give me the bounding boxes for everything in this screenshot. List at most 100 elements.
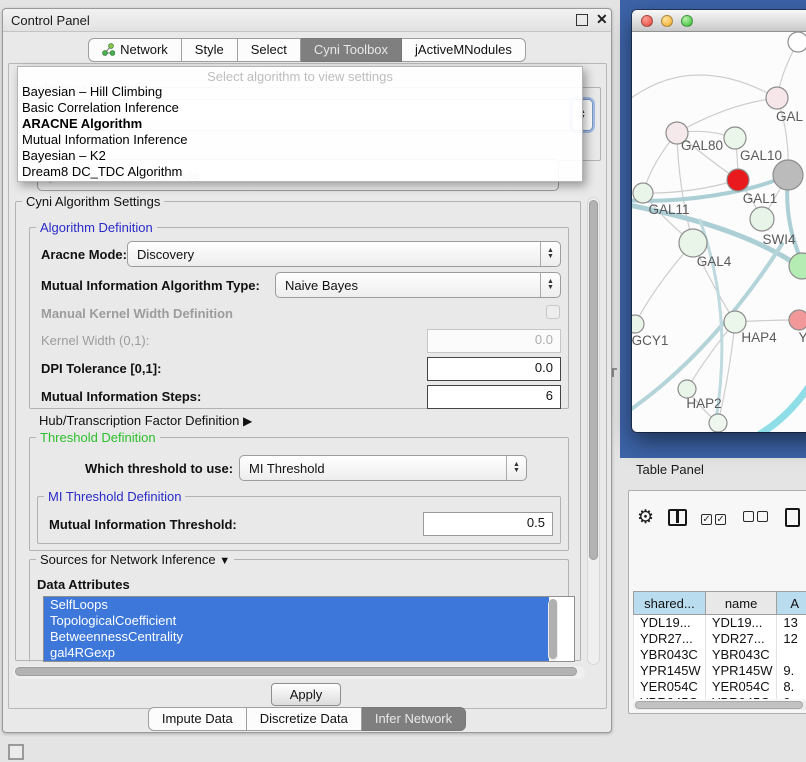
- table-row[interactable]: YBR045CYBR045C9.: [634, 695, 806, 700]
- settings-vertical-scrollbar[interactable]: [587, 197, 600, 665]
- network-window-titlebar[interactable]: [632, 10, 806, 32]
- dropdown-item[interactable]: Mutual Information Inference: [18, 132, 582, 148]
- column-header-a[interactable]: A: [777, 592, 806, 615]
- dpi-tolerance-field[interactable]: 0.0: [427, 357, 561, 381]
- tab-network[interactable]: Network: [88, 38, 182, 62]
- settings-horizontal-scrollbar[interactable]: [13, 666, 585, 679]
- combo-stepper-icon[interactable]: ▲▼: [506, 456, 526, 480]
- table-cell[interactable]: 13: [777, 615, 806, 631]
- tab-discretize-data[interactable]: Discretize Data: [247, 707, 362, 731]
- aracne-mode-combobox[interactable]: Discovery ▲▼: [127, 241, 561, 267]
- table-cell[interactable]: YDL19...: [705, 615, 777, 631]
- dropdown-item[interactable]: Bayesian – Hill Climbing: [18, 84, 582, 100]
- network-node[interactable]: [709, 414, 727, 432]
- table-horizontal-scrollbar[interactable]: [633, 701, 806, 710]
- table-cell[interactable]: YDR27...: [634, 631, 706, 647]
- manual-kernel-width-checkbox[interactable]: [546, 305, 560, 319]
- new-file-icon[interactable]: [785, 508, 800, 527]
- network-canvas[interactable]: GALGAL80GAL10GAL1GAL11SWI4GAL4GCY1HAP4YH…: [632, 32, 806, 432]
- data-attribute-item[interactable]: BetweennessCentrality: [44, 629, 549, 645]
- network-node[interactable]: [750, 207, 774, 231]
- table-cell[interactable]: YBR045C: [634, 695, 706, 700]
- checked-boxes-icon[interactable]: ✓✓: [701, 510, 729, 525]
- table-row[interactable]: YBR043CYBR043C: [634, 647, 806, 663]
- which-threshold-combobox[interactable]: MI Threshold ▲▼: [239, 455, 527, 481]
- data-attribute-item[interactable]: TopologicalCoefficient: [44, 613, 549, 629]
- tab-infer-network[interactable]: Infer Network: [362, 707, 466, 731]
- tab-jactivemnodules[interactable]: jActiveMNodules: [402, 38, 526, 62]
- network-node-gal[interactable]: [766, 87, 788, 109]
- table-cell[interactable]: 9.: [777, 695, 806, 700]
- settings-vertical-scrollbar-thumb[interactable]: [589, 200, 598, 560]
- network-edge[interactable]: [632, 75, 777, 102]
- dropdown-item[interactable]: Basic Correlation Inference: [18, 100, 582, 116]
- table-cell[interactable]: [777, 647, 806, 663]
- network-node-swi4[interactable]: [789, 253, 806, 279]
- mi-algorithm-type-combobox[interactable]: Naive Bayes ▲▼: [275, 272, 561, 298]
- list-scrollbar[interactable]: [548, 599, 558, 661]
- attribute-table[interactable]: shared...nameA YDL19...YDL19...13YDR27..…: [633, 591, 806, 699]
- minimize-traffic-light-icon[interactable]: [661, 15, 673, 27]
- gear-icon[interactable]: ⚙: [637, 508, 654, 527]
- network-edge[interactable]: [643, 180, 738, 193]
- network-node-gal4[interactable]: [679, 229, 707, 257]
- network-node-gal1[interactable]: [727, 169, 749, 191]
- cytopanel-dock-icon[interactable]: [8, 744, 24, 760]
- network-node[interactable]: [788, 32, 806, 52]
- dropdown-item[interactable]: ARACNE Algorithm: [18, 116, 582, 132]
- network-node[interactable]: [773, 160, 803, 190]
- tab-impute-data[interactable]: Impute Data: [148, 707, 247, 731]
- float-window-icon[interactable]: [576, 14, 588, 26]
- network-node-gal11[interactable]: [633, 183, 653, 203]
- network-node-gcy1[interactable]: [632, 315, 644, 333]
- kernel-width-field[interactable]: 0.0: [427, 329, 561, 353]
- table-cell[interactable]: YER054C: [634, 679, 706, 695]
- settings-horizontal-scrollbar-thumb[interactable]: [15, 667, 577, 676]
- data-attribute-item[interactable]: SelfLoops: [44, 597, 549, 613]
- list-scrollbar-thumb[interactable]: [549, 599, 557, 659]
- column-header-name[interactable]: name: [705, 592, 777, 615]
- apply-button[interactable]: Apply: [271, 683, 341, 706]
- table-cell[interactable]: YPR145W: [634, 663, 706, 679]
- data-attributes-list[interactable]: SelfLoopsTopologicalCoefficientBetweenne…: [43, 596, 575, 662]
- tab-select[interactable]: Select: [238, 38, 301, 62]
- column-header-shared-[interactable]: shared...: [634, 592, 706, 615]
- network-node-y[interactable]: [789, 310, 806, 330]
- table-row[interactable]: YDR27...YDR27...12: [634, 631, 806, 647]
- table-row[interactable]: YPR145WYPR145W9.: [634, 663, 806, 679]
- close-traffic-light-icon[interactable]: [641, 15, 653, 27]
- expander-arrow-icon[interactable]: ▶: [243, 414, 252, 428]
- table-cell[interactable]: YBR043C: [634, 647, 706, 663]
- combo-stepper-icon[interactable]: ▲▼: [540, 242, 560, 266]
- combo-stepper-icon[interactable]: ▲▼: [540, 273, 560, 297]
- table-cell[interactable]: YPR145W: [705, 663, 777, 679]
- table-cell[interactable]: YBR043C: [705, 647, 777, 663]
- table-cell[interactable]: YBR045C: [705, 695, 777, 700]
- close-icon[interactable]: ✕: [596, 11, 608, 28]
- columns-icon[interactable]: [668, 509, 687, 526]
- table-cell[interactable]: YDL19...: [634, 615, 706, 631]
- table-cell[interactable]: 9.: [777, 663, 806, 679]
- network-edge[interactable]: [760, 382, 806, 432]
- mi-threshold-field[interactable]: 0.5: [423, 512, 553, 536]
- network-edge[interactable]: [677, 98, 777, 133]
- dropdown-item[interactable]: Bayesian – K2: [18, 148, 582, 164]
- collapse-arrow-icon[interactable]: ▼: [219, 555, 230, 567]
- mi-steps-field[interactable]: 6: [427, 385, 561, 409]
- network-graph[interactable]: GALGAL80GAL10GAL1GAL11SWI4GAL4GCY1HAP4YH…: [632, 32, 806, 432]
- hub-definition-expander[interactable]: Hub/Transcription Factor Definition ▶: [39, 413, 252, 428]
- unchecked-boxes-icon[interactable]: [743, 510, 771, 525]
- table-cell[interactable]: YDR27...: [705, 631, 777, 647]
- table-cell[interactable]: YER054C: [705, 679, 777, 695]
- table-cell[interactable]: 8.: [777, 679, 806, 695]
- dropdown-item[interactable]: Dream8 DC_TDC Algorithm: [18, 164, 582, 180]
- network-edge[interactable]: [632, 244, 782, 414]
- data-attribute-item[interactable]: gal4RGexp: [44, 645, 549, 661]
- network-edge[interactable]: [635, 243, 693, 324]
- tab-cyni-toolbox[interactable]: Cyni Toolbox: [301, 38, 402, 62]
- network-node-gal10[interactable]: [724, 127, 746, 149]
- tab-style[interactable]: Style: [182, 38, 238, 62]
- table-horizontal-scrollbar-thumb[interactable]: [635, 701, 803, 709]
- zoom-traffic-light-icon[interactable]: [681, 15, 693, 27]
- table-cell[interactable]: 12: [777, 631, 806, 647]
